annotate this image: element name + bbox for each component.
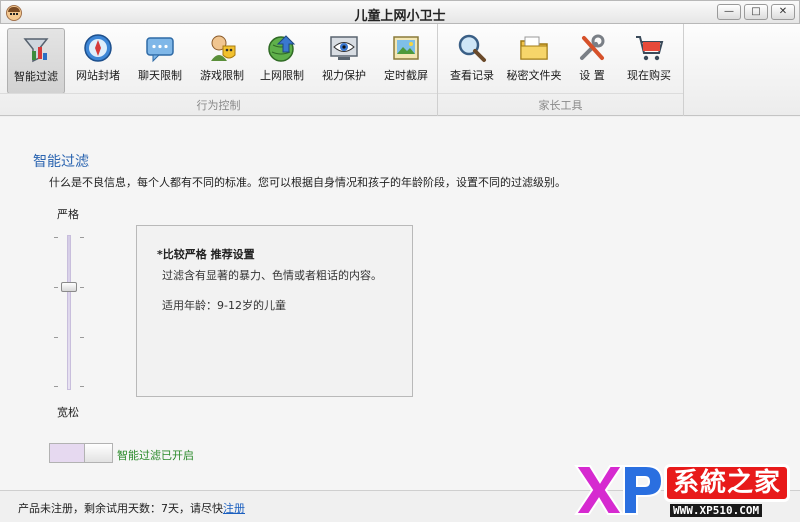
- filter-level-slider-track[interactable]: [67, 235, 71, 390]
- tab-chat-limit[interactable]: 聊天限制: [131, 28, 189, 94]
- tab-label: 网站封堵: [76, 69, 120, 82]
- tab-label: 设 置: [579, 69, 605, 82]
- tab-label: 视力保护: [322, 69, 366, 82]
- tab-label: 现在购买: [627, 69, 671, 82]
- tab-label: 查看记录: [450, 69, 494, 82]
- title-bar: 儿童上网小卫士 — □ ✕: [0, 0, 800, 24]
- window-title: 儿童上网小卫士: [354, 9, 446, 24]
- slider-tick: [54, 237, 58, 238]
- tab-label: 定时截屏: [384, 69, 428, 82]
- magnifier-icon: [456, 32, 488, 64]
- toggle-knob: [84, 444, 112, 462]
- main-panel: 智能过滤 什么是不良信息，每个人都有不同的标准。您可以根据自身情况和孩子的年龄阶…: [0, 117, 800, 490]
- tab-timed-screenshot[interactable]: 定时截屏: [377, 28, 435, 94]
- slider-tick: [54, 337, 58, 338]
- level-info-title: *比较严格 推荐设置: [157, 248, 255, 261]
- toolbar-group-behavior: 智能过滤 网站封堵 聊天限制 游戏限制 上网限制 视力保护 定时截屏 行为控制: [0, 24, 438, 116]
- minimize-button[interactable]: —: [717, 4, 741, 20]
- folder-icon: [518, 32, 550, 64]
- tools-icon: [576, 32, 608, 64]
- register-link[interactable]: 注册: [223, 500, 245, 516]
- slider-tick: [54, 287, 58, 288]
- slider-tick: [80, 386, 84, 387]
- watermark-brand: 系統之家: [664, 464, 791, 502]
- trial-status-text: 产品未注册，剩余试用天数：7天，请尽快: [18, 502, 223, 515]
- tab-site-block[interactable]: 网站封堵: [69, 28, 127, 94]
- slider-tick: [80, 337, 84, 338]
- tab-eye-protection[interactable]: 视力保护: [315, 28, 373, 94]
- tab-label: 上网限制: [260, 69, 304, 82]
- level-info-age: 适用年龄：9-12岁的儿童: [162, 299, 286, 312]
- maximize-button[interactable]: □: [744, 4, 768, 20]
- xp-logo-icon: [574, 465, 664, 515]
- shopping-cart-icon: [633, 32, 665, 64]
- game-mask-icon: [206, 32, 238, 64]
- toolbar: 智能过滤 网站封堵 聊天限制 游戏限制 上网限制 视力保护 定时截屏 行为控制 …: [0, 24, 800, 116]
- tab-secret-folder[interactable]: 秘密文件夹: [505, 28, 563, 94]
- slider-top-label: 严格: [57, 208, 79, 221]
- slider-tick: [80, 237, 84, 238]
- funnel-icon: [20, 33, 52, 65]
- eye-icon: [328, 32, 360, 64]
- slider-bottom-label: 宽松: [57, 406, 79, 419]
- tab-smart-filter[interactable]: 智能过滤: [7, 28, 65, 94]
- close-button[interactable]: ✕: [771, 4, 795, 20]
- slider-tick: [54, 386, 58, 387]
- slider-tick: [80, 287, 84, 288]
- tab-label: 智能过滤: [14, 70, 58, 83]
- level-info-description: 过滤含有显著的暴力、色情或者粗话的内容。: [162, 269, 382, 282]
- tab-view-records[interactable]: 查看记录: [443, 28, 501, 94]
- tab-internet-limit[interactable]: 上网限制: [253, 28, 311, 94]
- smart-filter-toggle[interactable]: [49, 443, 113, 463]
- tab-label: 游戏限制: [200, 69, 244, 82]
- tab-buy-now[interactable]: 现在购买: [620, 28, 678, 94]
- section-description: 什么是不良信息，每个人都有不同的标准。您可以根据自身情况和孩子的年龄阶段，设置不…: [49, 176, 566, 189]
- chat-bubble-icon: [144, 32, 176, 64]
- watermark-url: WWW.XP510.COM: [670, 504, 763, 517]
- tab-label: 聊天限制: [138, 69, 182, 82]
- level-info-panel: *比较严格 推荐设置 过滤含有显著的暴力、色情或者粗话的内容。 适用年龄：9-1…: [136, 225, 413, 397]
- tab-game-limit[interactable]: 游戏限制: [193, 28, 251, 94]
- toggle-on-segment: [50, 444, 84, 462]
- section-title: 智能过滤: [33, 154, 89, 170]
- screenshot-icon: [390, 32, 422, 64]
- tab-label: 秘密文件夹: [506, 69, 562, 82]
- watermark: 系統之家 WWW.XP510.COM: [566, 460, 800, 522]
- filter-level-slider-thumb[interactable]: [61, 282, 77, 292]
- toolbar-group-parent-tools: 查看记录 秘密文件夹 设 置 现在购买 家长工具: [438, 24, 684, 116]
- group-label-parent-tools: 家长工具: [438, 93, 683, 113]
- globe-arrow-icon: [266, 32, 298, 64]
- smart-filter-status: 智能过滤已开启: [117, 449, 194, 462]
- tab-settings[interactable]: 设 置: [563, 28, 621, 94]
- group-label-behavior: 行为控制: [0, 93, 437, 113]
- compass-icon: [82, 32, 114, 64]
